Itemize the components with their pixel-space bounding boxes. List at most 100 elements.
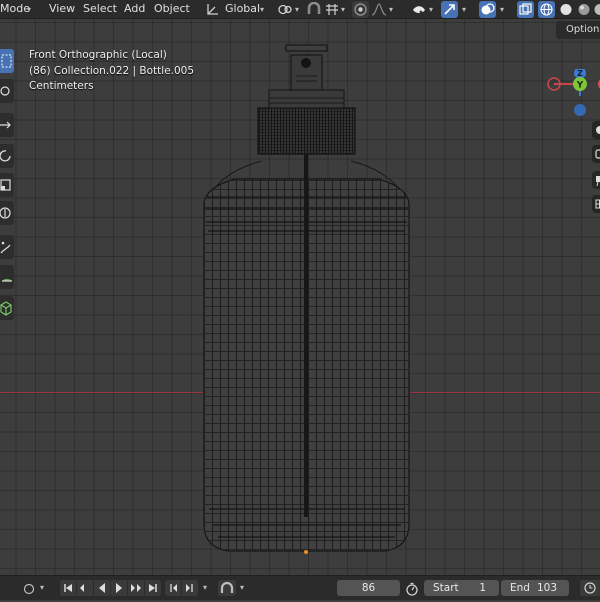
- jump-end-icon: [147, 580, 159, 596]
- hand-icon: [592, 145, 600, 163]
- falloff-curve-icon[interactable]: [371, 2, 387, 17]
- chevron-down-icon: ▾: [389, 0, 393, 19]
- bottle-spout-rim: [286, 45, 327, 51]
- chevron-down-icon: ▾: [27, 0, 31, 19]
- play-reverse-icon: [96, 580, 108, 596]
- menu-object[interactable]: Object: [154, 0, 190, 19]
- mode-dropdown[interactable]: Mode: [0, 0, 30, 19]
- jump-to-start-button[interactable]: [60, 580, 76, 596]
- snap-magnet-icon[interactable]: [306, 2, 322, 17]
- mode-label: Mode: [0, 2, 30, 15]
- scale-icon: [0, 173, 14, 197]
- end-frame-label: End: [510, 582, 530, 594]
- 3d-viewport[interactable]: Front Orthographic (Local) (86) Collecti…: [0, 19, 600, 575]
- chevron-down-icon: ▾: [462, 0, 466, 19]
- shading-rendered-icon[interactable]: [592, 2, 600, 17]
- xray-icon: [517, 1, 534, 18]
- navigation-gizmo[interactable]: Z Y: [540, 69, 600, 119]
- menu-view[interactable]: View: [49, 0, 75, 19]
- pan-button[interactable]: [592, 145, 600, 163]
- bottle-dip-tube: [304, 154, 308, 517]
- chevron-down-icon: ▾: [341, 0, 345, 19]
- tool-select-box[interactable]: [0, 49, 14, 73]
- rotate-icon: [0, 144, 14, 168]
- options-label: Options: [566, 24, 600, 35]
- overlays-icon: [479, 1, 496, 18]
- transform-orientation-dropdown[interactable]: Global: [225, 0, 260, 19]
- bottle-wireframe: [0, 19, 600, 575]
- perspective-toggle-button[interactable]: [592, 195, 600, 213]
- play-icon: [113, 580, 125, 596]
- chevron-down-icon: ▾: [500, 0, 504, 19]
- xray-toggle-button[interactable]: [517, 1, 534, 18]
- options-button[interactable]: Options: [556, 21, 600, 39]
- camera-view-button[interactable]: [592, 171, 600, 189]
- timeline-options-button[interactable]: [580, 580, 600, 596]
- next-marker-button[interactable]: [182, 580, 198, 596]
- start-frame-field[interactable]: Start 1: [424, 580, 499, 596]
- tool-cursor[interactable]: [0, 79, 14, 103]
- chevron-down-icon: ▾: [40, 576, 44, 600]
- toggle-overlays-button[interactable]: [479, 1, 496, 18]
- jump-to-keyframe-next-button[interactable]: [128, 580, 144, 596]
- tool-annotate[interactable]: [0, 235, 14, 259]
- tool-measure[interactable]: [0, 265, 14, 289]
- wireframe-sphere-icon: [538, 1, 555, 18]
- transform-orientation-value: Global: [225, 2, 260, 15]
- transform-icon: [0, 201, 14, 225]
- next-keyframe-icon: [129, 580, 143, 596]
- stopwatch-icon[interactable]: [404, 581, 420, 597]
- tool-move[interactable]: [0, 113, 14, 137]
- chevron-down-icon: ▾: [260, 0, 264, 19]
- zoom-icon: [592, 121, 600, 139]
- bottle-cap-horizontal-edges: [258, 108, 355, 154]
- tool-transform[interactable]: [0, 201, 14, 225]
- play-reverse-button[interactable]: [94, 580, 110, 596]
- menu-add[interactable]: Add: [124, 0, 145, 19]
- play-button[interactable]: [111, 580, 127, 596]
- chevron-down-icon: ▾: [429, 0, 433, 19]
- keying-circle-icon[interactable]: [22, 582, 36, 596]
- gizmo-neg-z[interactable]: [574, 104, 586, 116]
- end-frame-value: 103: [537, 580, 557, 596]
- shading-wireframe-button[interactable]: [538, 1, 555, 18]
- shading-material-icon[interactable]: [576, 2, 592, 17]
- object-origin: [304, 550, 308, 554]
- toggle-gizmos-button[interactable]: [441, 1, 458, 18]
- prev-marker-button[interactable]: [165, 580, 181, 596]
- prev-keyframe-icon: [78, 580, 92, 596]
- annotate-pencil-icon: [0, 235, 14, 259]
- menu-select[interactable]: Select: [83, 0, 117, 19]
- next-marker-icon: [184, 580, 196, 596]
- gizmo-arrow-icon: [441, 1, 458, 18]
- selectability-visibility-icon[interactable]: [411, 2, 427, 17]
- jump-to-end-button[interactable]: [145, 580, 161, 596]
- pivot-point-icon[interactable]: [277, 2, 293, 17]
- start-frame-value: 1: [479, 580, 486, 596]
- bottle-spout-hole: [301, 58, 311, 68]
- bottle-cap-collar: [269, 90, 344, 108]
- current-frame-value: 86: [362, 582, 375, 594]
- tool-add-cube[interactable]: [0, 296, 14, 320]
- chevron-down-icon: ▾: [295, 0, 299, 19]
- zoom-button[interactable]: [592, 121, 600, 139]
- current-frame-field[interactable]: 86: [337, 580, 400, 596]
- tool-scale[interactable]: [0, 173, 14, 197]
- snap-magnet-icon: [218, 580, 236, 596]
- auto-keying-snap-button[interactable]: [218, 580, 236, 596]
- end-frame-field[interactable]: End 103: [501, 580, 569, 596]
- select-box-icon: [0, 49, 14, 73]
- jump-start-icon: [62, 580, 74, 596]
- add-cube-icon: [0, 296, 14, 320]
- shading-solid-icon[interactable]: [558, 2, 574, 17]
- orientation-axes-icon: [205, 2, 221, 17]
- chevron-down-icon: ▾: [240, 576, 244, 600]
- tool-rotate[interactable]: [0, 144, 14, 168]
- snap-increment-icon[interactable]: [324, 2, 340, 17]
- proportional-edit-button[interactable]: [352, 1, 369, 18]
- gizmo-y-label: Y: [576, 81, 584, 91]
- viewport-header: Mode ▾ View Select Add Object Global ▾ ▾…: [0, 0, 600, 19]
- chevron-down-icon: ▾: [203, 576, 207, 600]
- jump-to-keyframe-prev-button[interactable]: [77, 580, 93, 596]
- camera-icon: [592, 171, 600, 189]
